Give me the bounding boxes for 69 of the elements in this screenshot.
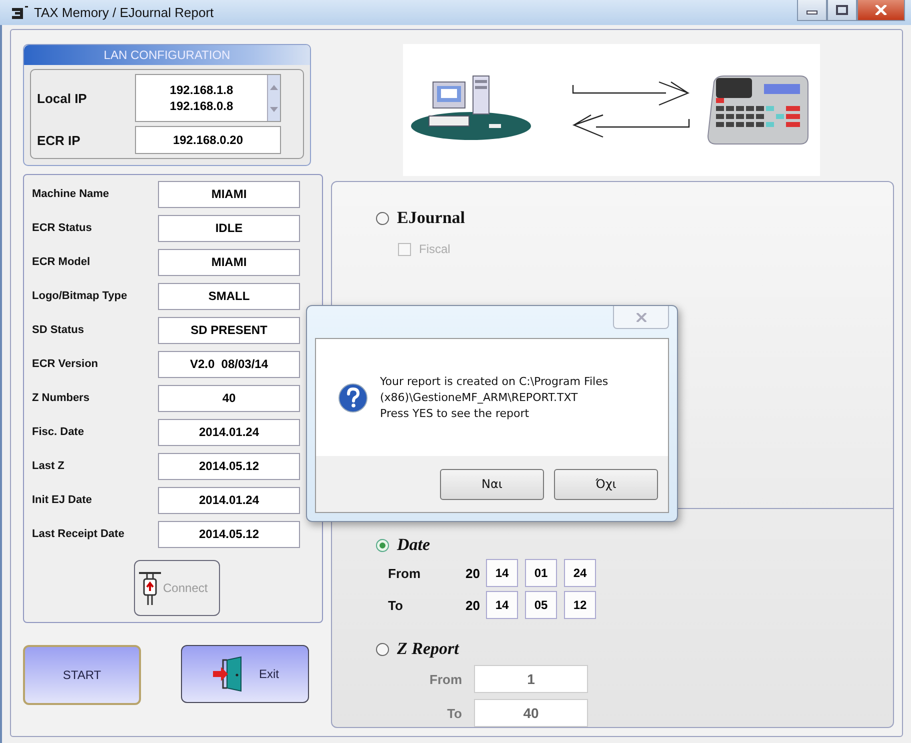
option-label: EJournal (397, 208, 466, 228)
start-button[interactable]: START (23, 645, 141, 705)
lan-configuration-header: LAN CONFIGURATION (24, 45, 310, 65)
date-field[interactable]: 12 (564, 591, 596, 619)
exit-button[interactable]: Exit (181, 645, 309, 703)
minimize-button[interactable] (797, 0, 827, 21)
option-label: Date (397, 535, 430, 555)
info-field: SMALL (158, 282, 300, 310)
info-field: SD PRESENT (158, 316, 300, 344)
field-label: Last Z (32, 460, 66, 472)
field-label: From (428, 672, 462, 686)
dialog-message: Press YES to see the report (380, 406, 530, 422)
field-label: Fisc. Date (32, 426, 85, 438)
date-field[interactable]: 01 (525, 559, 557, 587)
info-field: 40 (158, 384, 300, 412)
field-label: SD Status (32, 324, 85, 336)
down-arrow-icon[interactable] (270, 106, 278, 112)
field-label: From (388, 566, 422, 580)
maximize-icon (836, 5, 848, 15)
plug-icon (139, 569, 161, 607)
date-field[interactable]: 14 (486, 591, 518, 619)
left-arrow-icon (571, 113, 692, 139)
date-field[interactable]: 05 (525, 591, 557, 619)
right-arrow-icon (571, 81, 692, 107)
list-item[interactable]: 192.168.1.8 (170, 82, 234, 98)
field-label: To (446, 706, 462, 720)
close-button[interactable] (857, 0, 905, 21)
century-label: 20 (464, 598, 480, 612)
date-field[interactable]: 24 (564, 559, 596, 587)
ecr-ip-field[interactable]: 192.168.0.20 (135, 126, 281, 154)
radio-button[interactable] (376, 212, 389, 224)
info-field: 2014.05.12 (158, 452, 300, 480)
option-label: Z Report (397, 639, 459, 659)
question-icon (338, 382, 368, 412)
close-icon (875, 5, 887, 15)
maximize-button[interactable] (827, 0, 857, 21)
window-title: TAX Memory / EJournal Report (34, 5, 214, 20)
field-label: Logo/Bitmap Type (32, 290, 128, 302)
app-logo-icon (12, 6, 28, 20)
radio-button[interactable] (376, 538, 389, 552)
field-label: Machine Name (32, 188, 110, 200)
field-label: ECR Version (32, 358, 100, 370)
dialog-button[interactable]: Ναι (440, 468, 544, 500)
century-label: 20 (464, 566, 480, 580)
info-field: V2.0 08/03/14 (158, 350, 300, 378)
info-field: 2014.01.24 (158, 486, 300, 514)
info-field: 2014.05.12 (158, 520, 300, 548)
field-label: ECR Status (32, 222, 93, 234)
dialog-message: (x86)\GestioneMF_ARM\REPORT.TXT (380, 390, 579, 406)
local-ip-list[interactable]: 192.168.1.8 192.168.0.8 (135, 74, 281, 122)
info-field: IDLE (158, 214, 300, 242)
list-item[interactable]: 192.168.0.8 (170, 98, 234, 114)
close-icon (636, 312, 646, 322)
field-label: To (388, 598, 404, 612)
field-label: Local IP (37, 90, 88, 106)
date-field[interactable]: 14 (486, 559, 518, 587)
field-label: ECR IP (37, 132, 82, 148)
field-label: Last Receipt Date (32, 528, 126, 540)
info-field: MIAMI (158, 248, 300, 276)
field-label: Init EJ Date (32, 494, 93, 506)
up-arrow-icon[interactable] (270, 84, 278, 90)
scrollbar[interactable] (267, 75, 280, 121)
dialog-button[interactable]: Όχι (554, 468, 658, 500)
field-label: ECR Model (32, 256, 92, 268)
checkbox-label: Fiscal (419, 242, 450, 256)
dialog-message: Your report is created on C:\Program Files (380, 374, 608, 390)
info-field: 2014.01.24 (158, 418, 300, 446)
field-label: Z Numbers (32, 392, 90, 404)
info-field: MIAMI (158, 180, 300, 208)
